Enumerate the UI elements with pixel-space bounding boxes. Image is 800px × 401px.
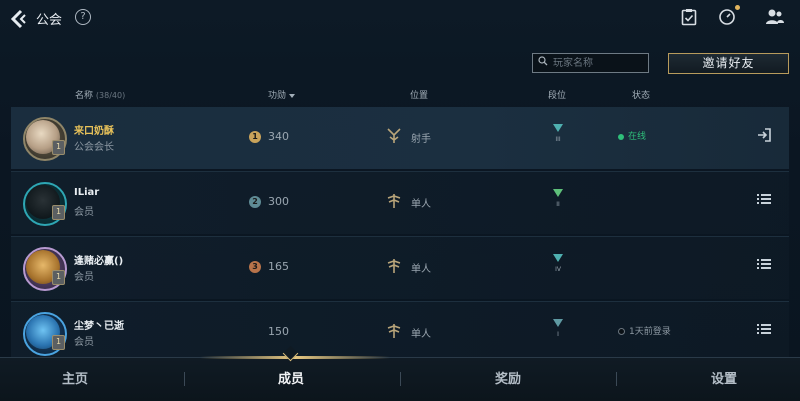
merit-value: 150 xyxy=(268,325,289,338)
tab-settings[interactable]: 设置 xyxy=(624,368,800,387)
member-row[interactable]: 1 尘梦丶已逝 会员 150 单人 I 1天前登录 xyxy=(11,302,789,357)
tab-rewards[interactable]: 奖励 xyxy=(408,368,608,387)
member-count: (38/40) xyxy=(95,91,126,100)
member-role: 会员 xyxy=(74,272,94,283)
member-name: 来口奶酥 xyxy=(74,126,114,137)
rank-tier: II xyxy=(556,201,560,208)
member-row[interactable]: 1 逢赌必赢() 会员 3 165 单人 IV xyxy=(11,237,789,299)
menu-icon[interactable] xyxy=(754,192,774,210)
merit-rank-medal-icon: 2 xyxy=(249,196,261,208)
online-dot-icon xyxy=(618,133,624,140)
rank-emblem: II xyxy=(551,189,565,217)
level-badge: 1 xyxy=(52,335,65,350)
status-online: 在线 xyxy=(618,129,646,142)
invite-friends-button[interactable]: 邀请好友 xyxy=(668,53,789,74)
exit-icon[interactable] xyxy=(754,127,774,145)
member-role: 公会会长 xyxy=(74,142,114,153)
member-role: 会员 xyxy=(74,337,94,348)
column-header-merit[interactable]: 功勋 xyxy=(268,88,296,102)
column-header-position: 位置 xyxy=(410,91,429,101)
position-label: 单人 xyxy=(411,329,431,340)
friends-icon[interactable] xyxy=(764,8,786,28)
search-icon xyxy=(538,56,548,69)
tab-divider xyxy=(184,372,185,386)
solo-role-icon xyxy=(386,257,402,275)
merit-rank-medal-icon: 1 xyxy=(249,131,261,143)
position-label: 单人 xyxy=(411,199,431,210)
rank-emblem: IV xyxy=(551,254,565,282)
rank-tier: III xyxy=(555,136,561,143)
status-text: 在线 xyxy=(628,132,647,142)
menu-icon[interactable] xyxy=(754,257,774,275)
menu-icon[interactable] xyxy=(754,322,774,340)
solo-role-icon xyxy=(386,192,402,210)
rank-emblem: I xyxy=(551,319,565,347)
rank-tier: IV xyxy=(555,266,561,273)
bottom-tab-bar: 主页 成员 奖励 设置 xyxy=(0,345,800,401)
column-name-label: 名称 xyxy=(75,91,94,101)
member-name: ILiar xyxy=(74,187,100,198)
column-header-name: 名称 (38/40) xyxy=(75,88,125,102)
member-role: 会员 xyxy=(74,207,94,218)
top-bar: 公会 ? xyxy=(0,0,800,38)
rank-tier: I xyxy=(557,331,559,338)
column-merit-label: 功勋 xyxy=(268,91,287,101)
sort-down-icon xyxy=(289,93,296,98)
level-badge: 1 xyxy=(52,205,65,220)
status-last-login: 1天前登录 xyxy=(618,324,671,337)
back-arrow-icon[interactable] xyxy=(8,8,32,30)
marksman-role-icon xyxy=(386,127,402,145)
offline-dot-icon xyxy=(618,328,625,335)
member-row[interactable]: 1 来口奶酥 公会会长 1 340 射手 III 在线 xyxy=(11,107,789,169)
position-label: 单人 xyxy=(411,264,431,275)
merit-value: 300 xyxy=(268,195,289,208)
rank-gem-icon xyxy=(553,254,563,262)
rank-gem-icon xyxy=(553,124,563,132)
tab-members[interactable]: 成员 xyxy=(191,368,391,387)
merit-rank-medal-icon: 3 xyxy=(249,261,261,273)
search-field[interactable] xyxy=(532,53,649,73)
notification-dot xyxy=(735,5,740,10)
merit-value: 165 xyxy=(268,260,289,273)
search-input[interactable] xyxy=(553,56,643,70)
page-title: 公会 xyxy=(36,13,63,28)
rank-gem-icon xyxy=(553,189,563,197)
tab-home[interactable]: 主页 xyxy=(0,368,175,387)
column-header-status: 状态 xyxy=(632,91,651,101)
position-label: 射手 xyxy=(411,134,431,145)
timer-icon[interactable] xyxy=(716,5,740,28)
level-badge: 1 xyxy=(52,270,65,285)
rank-gem-icon xyxy=(553,319,563,327)
tab-divider xyxy=(616,372,617,386)
status-text: 1天前登录 xyxy=(629,327,671,337)
member-name: 逢赌必赢() xyxy=(74,256,124,267)
help-icon[interactable]: ? xyxy=(75,9,91,25)
rank-emblem: III xyxy=(551,124,565,152)
clipboard-check-icon[interactable] xyxy=(678,8,700,28)
member-row[interactable]: 1 ILiar 会员 2 300 单人 II xyxy=(11,172,789,234)
merit-value: 340 xyxy=(268,130,289,143)
solo-role-icon xyxy=(386,322,402,340)
tab-divider xyxy=(400,372,401,386)
column-header-rank: 段位 xyxy=(548,91,567,101)
member-name: 尘梦丶已逝 xyxy=(74,321,124,332)
level-badge: 1 xyxy=(52,140,65,155)
